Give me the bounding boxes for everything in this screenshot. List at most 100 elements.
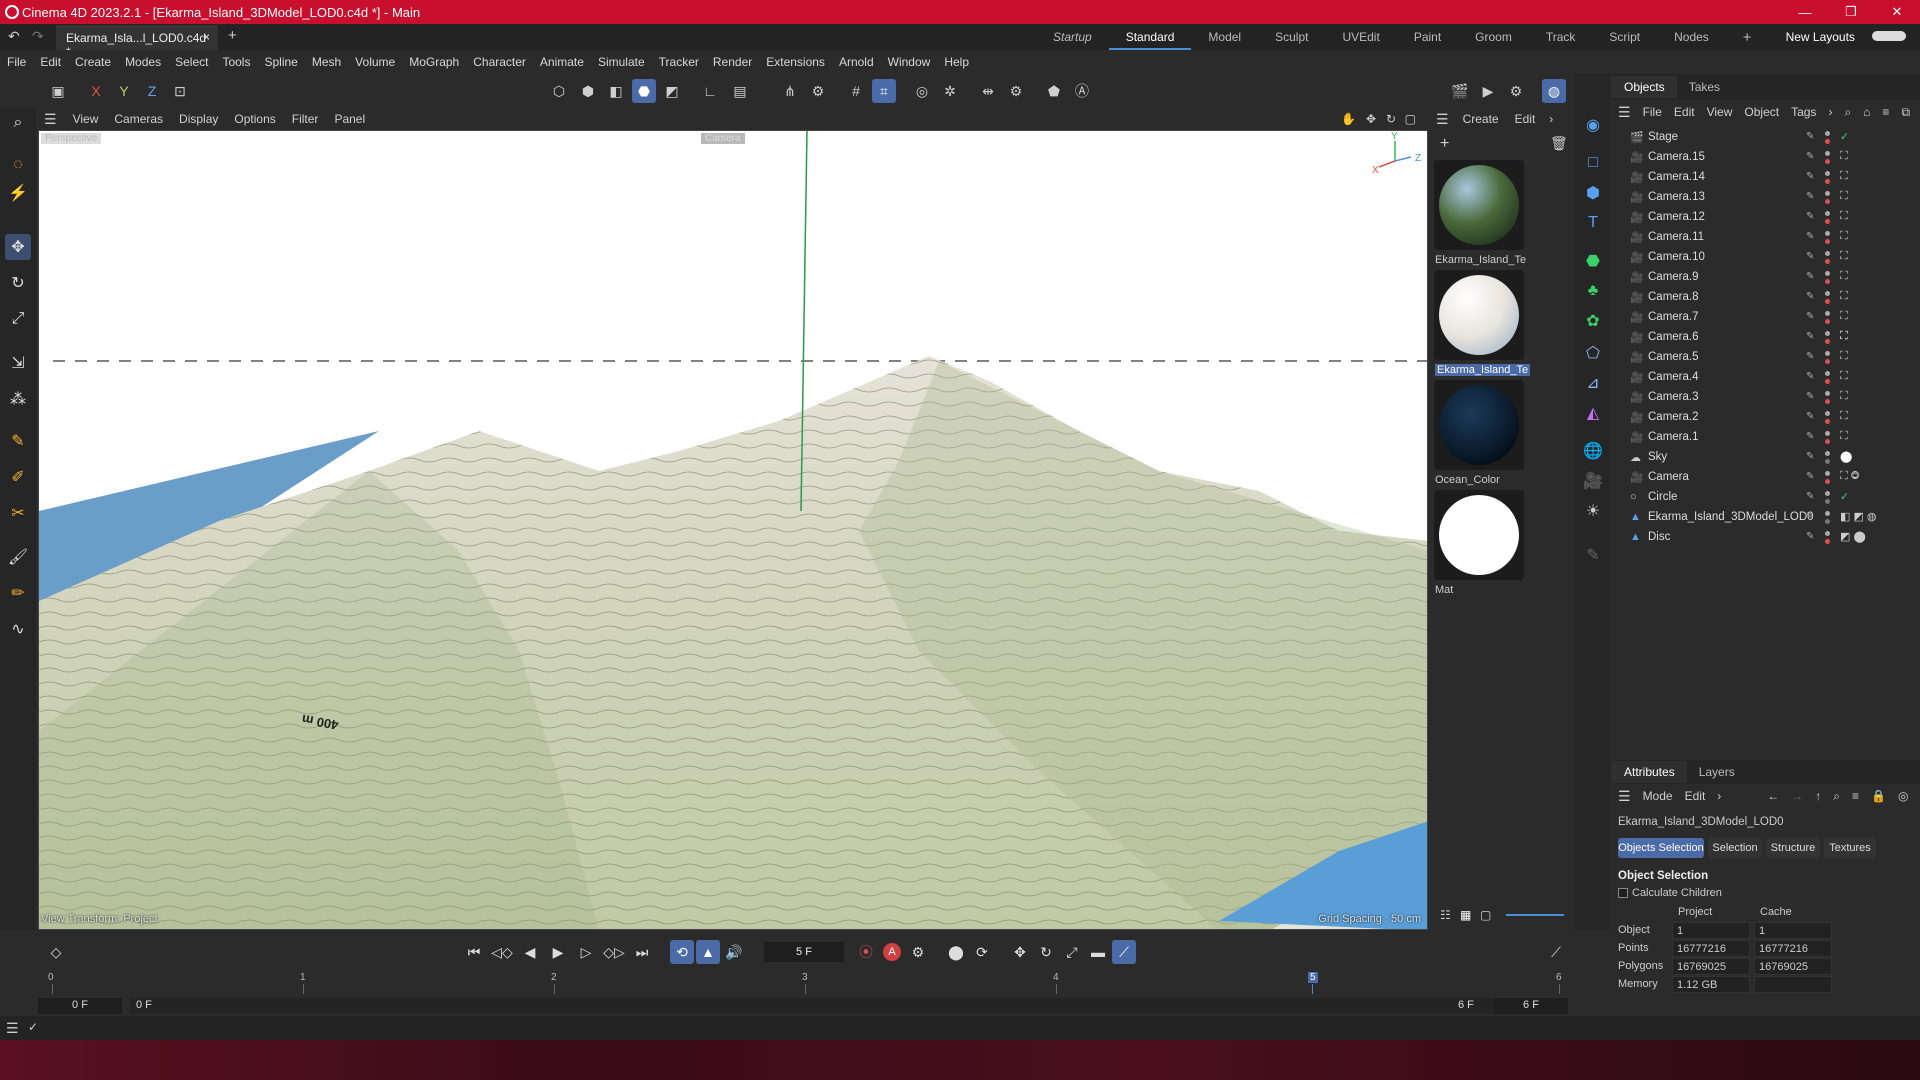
position-key-icon[interactable]: ⬤ [944,940,968,964]
move-tool-icon[interactable]: ✥ [5,234,31,260]
scale-key-icon[interactable]: ⤢ [1060,940,1084,964]
render-to-picture-viewer-icon[interactable]: ▶ [1476,79,1500,103]
material-swatch-4[interactable] [1434,490,1524,580]
object-row-disc[interactable]: ▲ Disc ✎ ◩ ⬤ [1612,528,1920,548]
coordinate-system-icon[interactable]: ⊡ [168,79,192,103]
large-view-icon[interactable]: ▢ [1480,908,1491,922]
preview-min-field[interactable]: 0 F [130,998,1526,1014]
edges-mode-icon[interactable]: ⬢ [576,79,600,103]
points-mode-icon[interactable]: ⬡ [547,79,571,103]
menu-edit[interactable]: Edit [33,55,68,69]
object-row-circle[interactable]: ○ Circle ✎ ✓ [1612,488,1920,508]
protection-tag-icon[interactable]: ⛶ [1840,290,1848,303]
protection-tag-icon[interactable]: ⛶ [1840,350,1848,363]
layout-tab-track[interactable]: Track [1529,30,1593,44]
layout-tab-sculpt[interactable]: Sculpt [1258,30,1325,44]
objects-hamburger-icon[interactable]: ☰ [1612,104,1637,121]
material-tags-icon[interactable]: ◧ ◩ ◍ [1840,510,1877,523]
timeline-ruler[interactable]: 0 1 2 3 4 5 6 [38,970,1568,996]
protection-tag-icon[interactable]: ⛶ [1840,390,1848,403]
cube-object-icon[interactable]: ⬢ [1580,180,1606,206]
live-selection-icon[interactable]: ⚡ [5,180,31,206]
protection-tag-icon[interactable]: ⛶ [1840,170,1848,183]
texture-mode-icon[interactable]: ▤ [728,79,752,103]
y-axis-toggle[interactable]: Y [112,79,136,103]
attributes-hamburger-icon[interactable]: ☰ [1612,788,1637,805]
menu-mesh[interactable]: Mesh [305,55,348,69]
thumbnail-size-slider[interactable] [1506,914,1564,916]
menu-mograph[interactable]: MoGraph [402,55,466,69]
param-key-icon[interactable]: ▬ [1086,940,1110,964]
attributes-menu-more-icon[interactable]: › [1711,789,1727,803]
protection-tag-icon[interactable]: ⛶ [1840,210,1848,223]
attributes-search-icon[interactable]: ⌕ [1827,789,1846,804]
viewport-menu-filter[interactable]: Filter [284,112,327,126]
layout-tab-startup[interactable]: Startup [1036,30,1109,44]
layout-tab-nodes[interactable]: Nodes [1657,30,1726,44]
current-frame-field[interactable]: 5 F [764,942,844,962]
redo-icon[interactable]: ↷ [32,28,44,45]
next-key-icon[interactable]: ◇▷ [602,940,626,964]
previous-frame-icon[interactable]: ◀ [518,940,542,964]
go-to-end-icon[interactable]: ⏭ [630,940,654,964]
sound-icon[interactable]: 🔊 [722,940,746,964]
protection-tag-icon[interactable]: ⛶ [1840,410,1848,423]
scene-end-field[interactable]: 6 F [1494,998,1568,1014]
textures-button[interactable]: Textures [1824,838,1876,858]
menu-help[interactable]: Help [937,55,976,69]
protection-tag-icon[interactable]: ⛶ [1840,230,1848,243]
menu-render[interactable]: Render [706,55,759,69]
camera-object-icon[interactable]: ◉ [1580,112,1606,138]
tab-objects[interactable]: Objects [1612,76,1677,98]
status-check-icon[interactable]: ✓ [28,1020,38,1034]
object-row-ekarma-island[interactable]: ▲ Ekarma_Island_3DModel_LOD0 ✎ ◧ ◩ ◍ [1612,508,1920,528]
objects-menu-tags[interactable]: Tags [1785,105,1822,119]
playhead[interactable]: 5 [1308,972,1318,983]
object-row-camera-8[interactable]: 🎥 Camera.8 ✎ ⛶ [1612,288,1920,308]
render-view-icon[interactable]: 🎬 [1448,79,1472,103]
objects-menu-view[interactable]: View [1701,105,1739,119]
frame-range-bar[interactable]: 0 F 0 F 6 F 6 F [38,996,1568,1016]
redshift-ipr-icon[interactable]: ◍ [1542,79,1566,103]
previous-key-icon[interactable]: ◁◇ [490,940,514,964]
close-window-button[interactable]: ✕ [1874,0,1920,24]
menu-volume[interactable]: Volume [348,55,402,69]
menu-tools[interactable]: Tools [215,55,257,69]
menu-window[interactable]: Window [881,55,938,69]
layout-tab-uvedit[interactable]: UVEdit [1325,30,1396,44]
rotate-key-icon[interactable]: ↻ [1034,940,1058,964]
material-swatch-3[interactable] [1434,380,1524,470]
forward-arrow-icon[interactable]: → [1785,789,1809,803]
material-hamburger-icon[interactable]: ☰ [1430,111,1455,128]
snap-settings-icon[interactable]: ⚙ [806,79,830,103]
add-layout-button[interactable]: + [1726,29,1769,46]
tab-layers[interactable]: Layers [1687,765,1747,779]
menu-spline[interactable]: Spline [257,55,304,69]
fcurve-icon[interactable]: ⟋ [1544,940,1568,964]
preview-max-label[interactable]: 6 F [1458,999,1474,1011]
tab-attributes[interactable]: Attributes [1612,761,1687,783]
objects-menu-file[interactable]: File [1637,105,1668,119]
bend-icon[interactable]: ⊿ [1580,370,1606,396]
menu-tracker[interactable]: Tracker [652,55,706,69]
viewport-menu-cameras[interactable]: Cameras [106,112,171,126]
layout-toggle-icon[interactable] [1871,30,1906,44]
spline-pen-icon[interactable]: ✎ [5,428,31,454]
object-row-camera-6[interactable]: 🎥 Camera.6 ✎ ⛶ [1612,328,1920,348]
new-layouts-button[interactable]: New Layouts [1769,30,1872,44]
new-tab-button[interactable]: + [228,27,237,44]
object-row-camera-4[interactable]: 🎥 Camera.4 ✎ ⛶ [1612,368,1920,388]
objects-selection-button[interactable]: Objects Selection [1618,838,1704,858]
zoom-search-icon[interactable]: ⌕ [5,110,31,136]
menu-arnold[interactable]: Arnold [832,55,881,69]
structure-button[interactable]: Structure [1766,838,1820,858]
play-icon[interactable]: ▶ [546,940,570,964]
protection-tag-icon[interactable]: ⛶ [1840,370,1848,383]
object-row-camera-9[interactable]: 🎥 Camera.9 ✎ ⛶ [1612,268,1920,288]
calculate-children-checkbox[interactable] [1618,888,1628,898]
environment-icon[interactable]: 🌐 [1580,438,1606,464]
attributes-settings-icon[interactable]: ◎ [1892,789,1914,803]
close-tab-icon[interactable]: × [203,30,210,44]
enabled-check-icon[interactable]: ✓ [1840,490,1849,503]
snap-icon[interactable]: ⋔ [778,79,802,103]
